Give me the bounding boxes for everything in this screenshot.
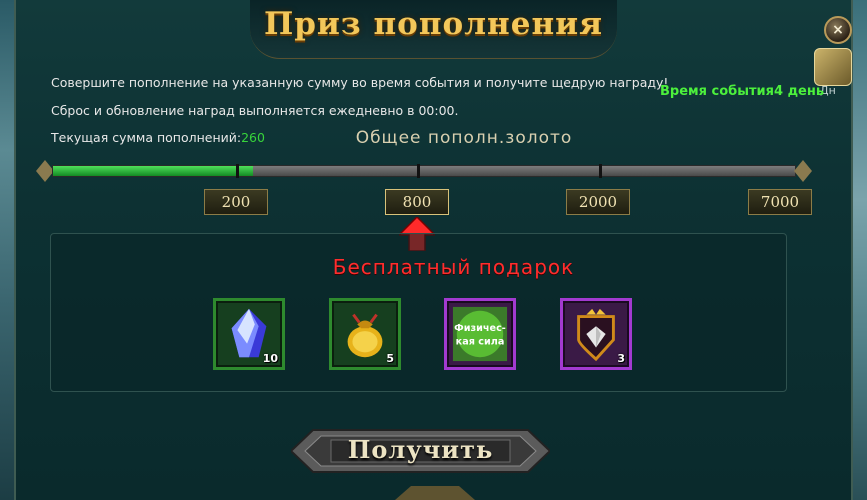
reward-item-gold-bag[interactable]: 5 [329, 298, 401, 370]
progress-tick [236, 164, 239, 178]
close-icon: × [832, 22, 844, 38]
info-line-2: Сброс и обновление наград выполняется еж… [51, 103, 459, 118]
info-line-1: Совершите пополнение на указанную сумму … [51, 75, 669, 90]
strength-label-line-1: Физичес- [454, 323, 506, 334]
progress-title: Общее пополн.золото [355, 128, 573, 148]
reward-item-physical-strength[interactable]: Физичес- кая сила [444, 298, 516, 370]
window-title: Приз пополнения [263, 6, 604, 42]
reward-count: 10 [262, 352, 278, 365]
progress-bar [36, 160, 812, 182]
close-button[interactable]: × [824, 16, 852, 44]
rewards-title: Бесплатный подарок [332, 255, 575, 279]
reward-item-diamond-crest[interactable]: 3 [560, 298, 632, 370]
reward-count: 5 [386, 352, 394, 365]
reward-item-crystal[interactable]: 10 [213, 298, 285, 370]
event-time: Время события4 день [660, 84, 825, 99]
claim-button[interactable]: Получить [291, 422, 550, 480]
progress-bar-right-cap [794, 160, 812, 182]
progress-tick [599, 164, 602, 178]
side-event-icon[interactable] [814, 48, 852, 86]
tier-7000[interactable]: 7000 [748, 189, 812, 215]
physical-strength-icon: Физичес- кая сила [452, 306, 508, 362]
progress-tick [417, 164, 420, 178]
tier-200[interactable]: 200 [204, 189, 268, 215]
strength-label-line-2: кая сила [456, 337, 505, 348]
tier-800[interactable]: 800 [385, 189, 449, 215]
tier-2000[interactable]: 2000 [566, 189, 630, 215]
reward-count: 3 [617, 352, 625, 365]
progress-fill [53, 166, 254, 176]
progress-track [52, 164, 796, 178]
claim-button-label: Получить [347, 435, 494, 464]
